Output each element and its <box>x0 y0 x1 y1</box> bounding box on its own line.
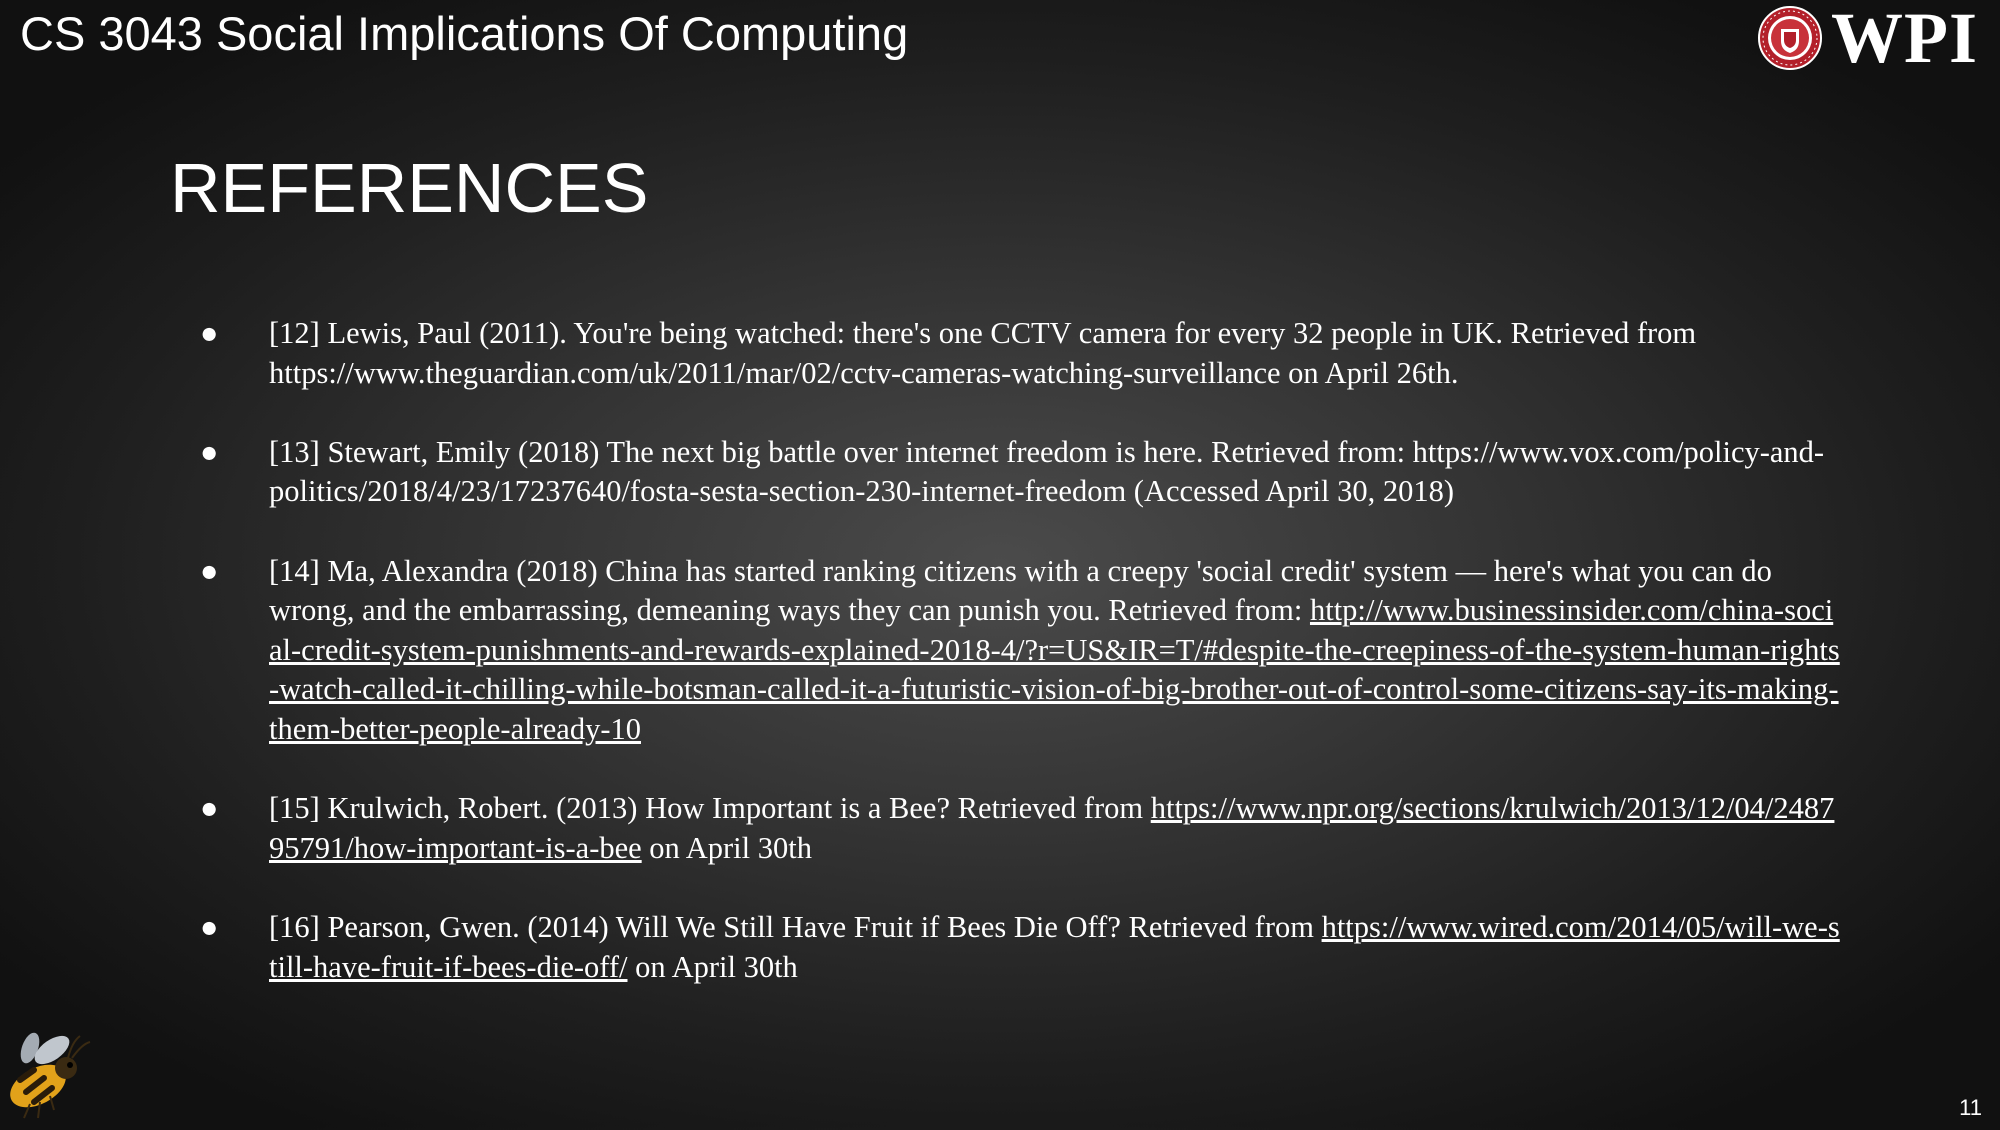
bullet-icon: ● <box>200 909 219 944</box>
bullet-icon: ● <box>200 316 219 350</box>
reference-text: [13] Stewart, Emily (2018) The next big … <box>269 434 1825 509</box>
reference-item-16: ● [16] Pearson, Gwen. (2014) Will We Sti… <box>200 908 1840 987</box>
reference-text: [12] Lewis, Paul (2011). You're being wa… <box>269 316 1697 390</box>
reference-item-13: ● [13] Stewart, Emily (2018) The next bi… <box>200 433 1840 512</box>
course-title: CS 3043 Social Implications Of Computing <box>20 7 909 60</box>
bullet-icon: ● <box>200 434 219 469</box>
reference-text: [16] Pearson, Gwen. (2014) Will We Still… <box>269 909 1322 944</box>
bullet-icon: ● <box>200 791 219 826</box>
reference-text: [15] Krulwich, Robert. (2013) How Import… <box>269 791 1151 826</box>
page-number: 11 <box>1959 1095 1982 1120</box>
reference-list: ● [12] Lewis, Paul (2011). You're being … <box>200 314 1840 1027</box>
reference-item-14: ● [14] Ma, Alexandra (2018) China has st… <box>200 552 1840 750</box>
reference-suffix: on April 30th <box>641 830 812 865</box>
logo-text: WPI <box>1831 0 1978 78</box>
reference-suffix: on April 30th <box>627 949 798 984</box>
university-seal-icon <box>1757 5 1823 71</box>
slide-title: REFERENCES <box>170 149 649 227</box>
bee-icon <box>0 1028 100 1130</box>
reference-item-15: ● [15] Krulwich, Robert. (2013) How Impo… <box>200 789 1840 868</box>
wpi-logo: WPI <box>1757 2 1978 74</box>
reference-item-12: ● [12] Lewis, Paul (2011). You're being … <box>200 314 1840 393</box>
bullet-icon: ● <box>200 553 219 588</box>
